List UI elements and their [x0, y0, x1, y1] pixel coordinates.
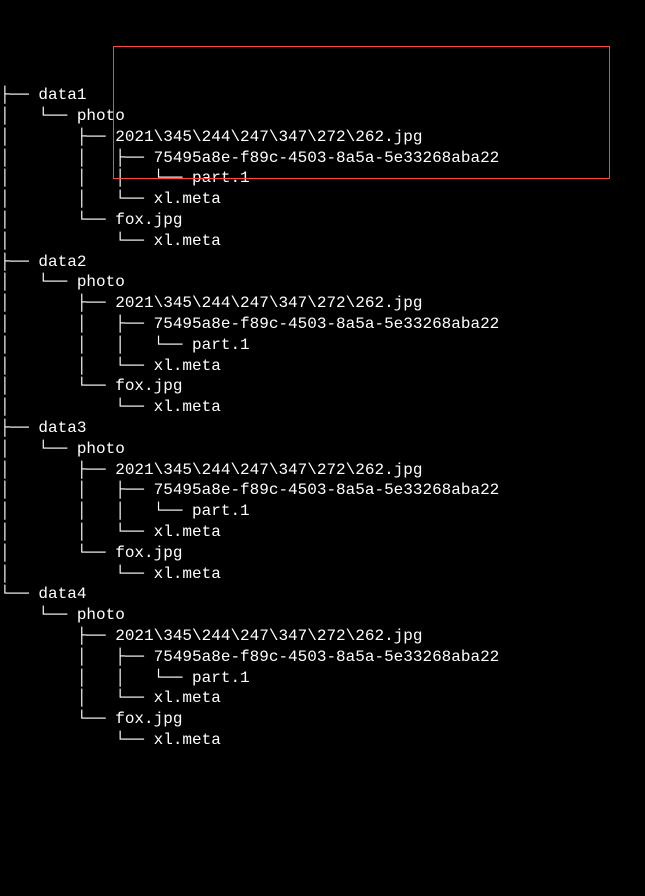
tree-line: │ └── fox.jpg	[0, 210, 645, 231]
tree-line: │ └── xl.meta	[0, 564, 645, 585]
tree-line: │ └── xl.meta	[0, 231, 645, 252]
tree-line: └── fox.jpg	[0, 709, 645, 730]
tree-line: │ │ └── xl.meta	[0, 522, 645, 543]
tree-line: │ │ ├── 75495a8e-f89c-4503-8a5a-5e33268a…	[0, 480, 645, 501]
tree-line: │ ├── 2021\345\244\247\347\272\262.jpg	[0, 460, 645, 481]
tree-output: ├── data1│ └── photo│ ├── 2021\345\244\2…	[0, 85, 645, 751]
tree-line: │ │ ├── 75495a8e-f89c-4503-8a5a-5e33268a…	[0, 148, 645, 169]
tree-line: │ │ │ └── part.1	[0, 168, 645, 189]
tree-line: └── data4	[0, 584, 645, 605]
tree-line: ├── data1	[0, 85, 645, 106]
tree-line: │ └── photo	[0, 106, 645, 127]
tree-line: │ ├── 2021\345\244\247\347\272\262.jpg	[0, 293, 645, 314]
tree-line: │ │ │ └── part.1	[0, 335, 645, 356]
tree-line: ├── 2021\345\244\247\347\272\262.jpg	[0, 626, 645, 647]
tree-line: ├── data3	[0, 418, 645, 439]
tree-line: │ └── xl.meta	[0, 688, 645, 709]
tree-line: │ │ └── xl.meta	[0, 189, 645, 210]
tree-line: ├── data2	[0, 252, 645, 273]
tree-line: │ │ └── part.1	[0, 668, 645, 689]
tree-line: │ │ │ └── part.1	[0, 501, 645, 522]
tree-line: │ ├── 75495a8e-f89c-4503-8a5a-5e33268aba…	[0, 647, 645, 668]
tree-line: │ ├── 2021\345\244\247\347\272\262.jpg	[0, 127, 645, 148]
tree-line: │ └── photo	[0, 272, 645, 293]
tree-line: └── xl.meta	[0, 730, 645, 751]
tree-line: │ └── fox.jpg	[0, 543, 645, 564]
tree-line: │ └── fox.jpg	[0, 376, 645, 397]
tree-line: │ │ ├── 75495a8e-f89c-4503-8a5a-5e33268a…	[0, 314, 645, 335]
tree-line: │ └── photo	[0, 439, 645, 460]
tree-line: │ │ └── xl.meta	[0, 356, 645, 377]
tree-line: │ └── xl.meta	[0, 397, 645, 418]
tree-line: └── photo	[0, 605, 645, 626]
